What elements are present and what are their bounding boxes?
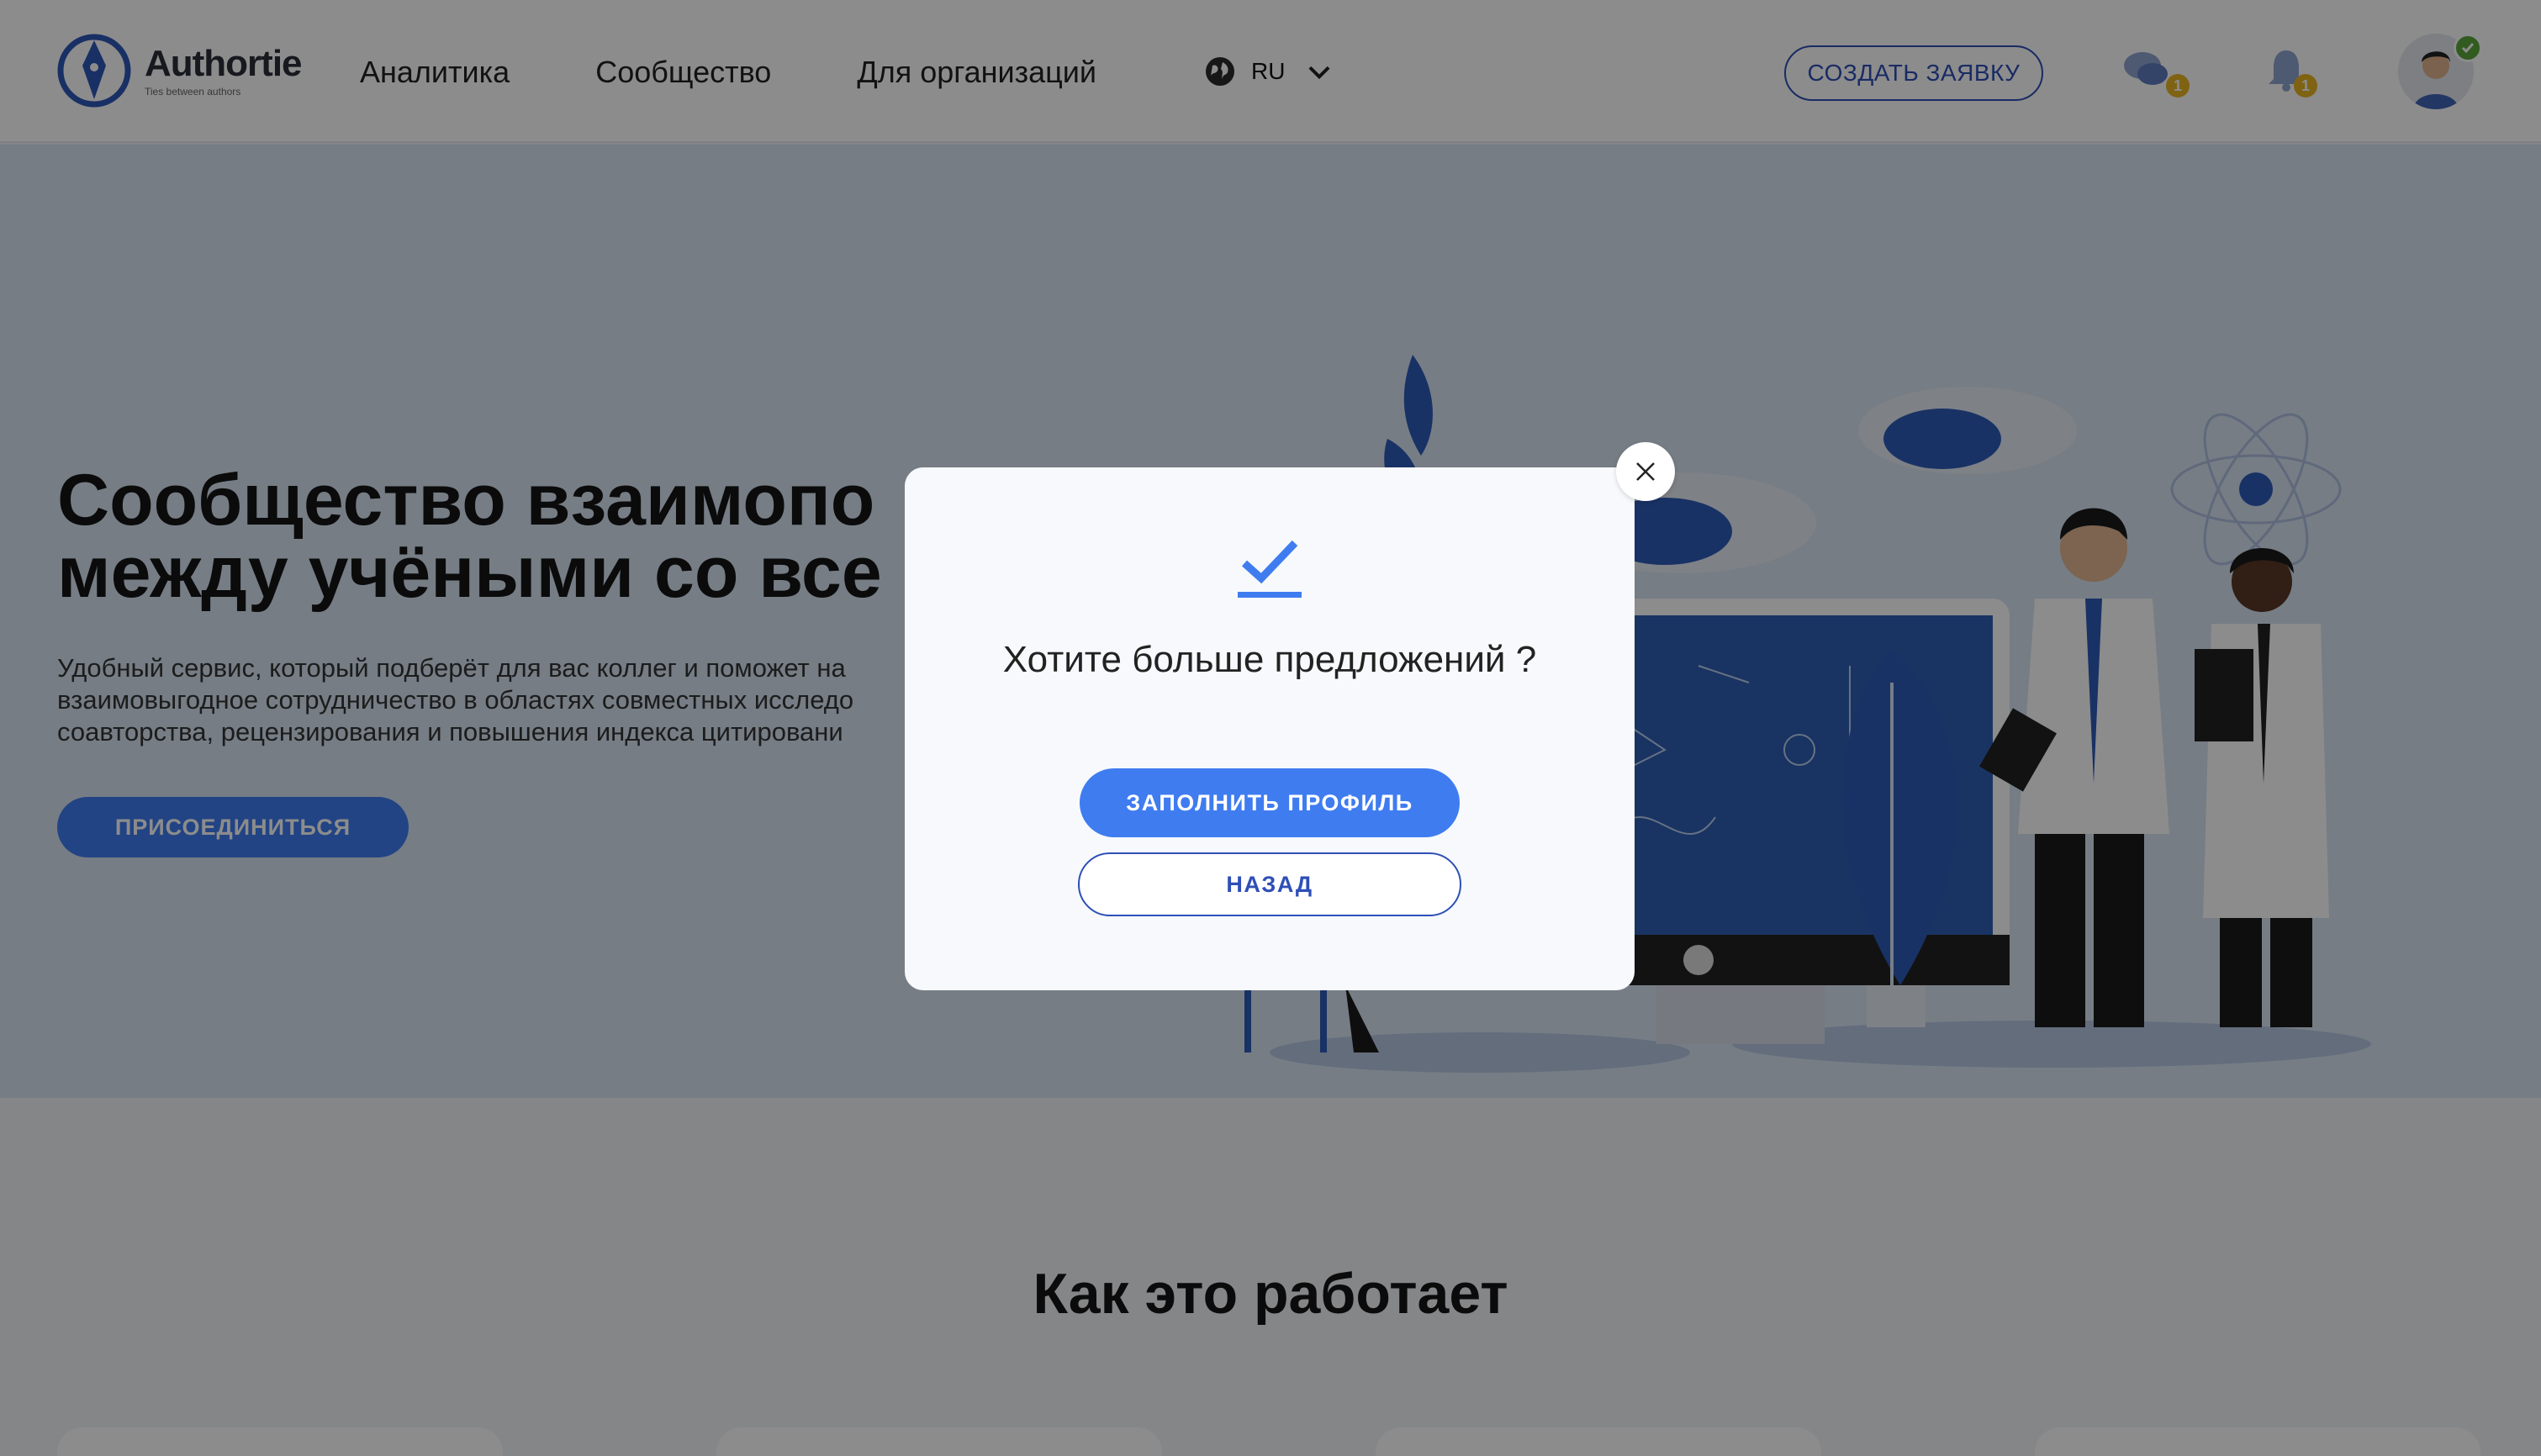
back-button[interactable]: НАЗАД (1078, 852, 1461, 916)
close-icon (1636, 462, 1655, 481)
fill-profile-button[interactable]: ЗАПОЛНИТЬ ПРОФИЛЬ (1080, 768, 1460, 837)
checkmark-icon (1238, 540, 1302, 598)
modal-close-button[interactable] (1616, 442, 1675, 501)
modal-title: Хотите больше предложений ? (1002, 639, 1537, 680)
